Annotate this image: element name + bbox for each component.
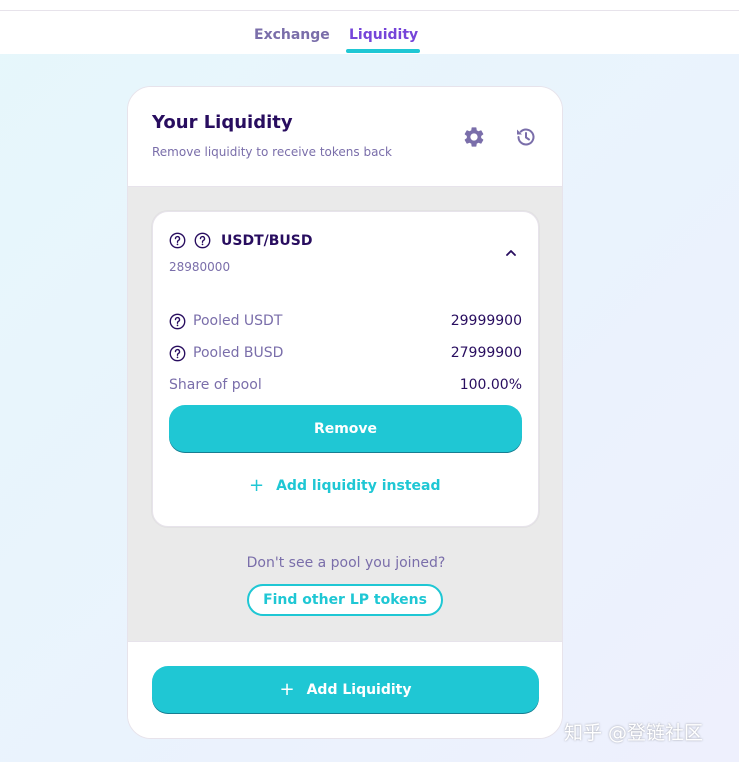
- gear-icon: [464, 127, 484, 147]
- help-circle-icon: [169, 232, 186, 249]
- history-button[interactable]: [514, 125, 538, 149]
- help-circle-icon: [169, 313, 186, 330]
- share-of-pool-value: 100.00%: [459, 377, 522, 393]
- pool-position: USDT/BUSD 28980000 Pooled USDT 29999900 …: [152, 211, 539, 527]
- tab-liquidity[interactable]: Liquidity: [349, 27, 418, 43]
- card-title: Your Liquidity: [152, 112, 293, 133]
- find-lp-tokens-button[interactable]: Find other LP tokens: [247, 584, 443, 616]
- add-liquidity-instead-label: Add liquidity instead: [276, 478, 441, 494]
- card-header: Your Liquidity Remove liquidity to recei…: [128, 87, 562, 187]
- add-liquidity-label: Add Liquidity: [306, 682, 412, 698]
- subnav-bar: Exchange Liquidity: [0, 10, 739, 54]
- plus-icon: +: [249, 475, 265, 496]
- lp-balance: 28980000: [169, 260, 231, 274]
- card-body: USDT/BUSD 28980000 Pooled USDT 29999900 …: [128, 187, 562, 641]
- add-liquidity-instead-button[interactable]: + Add liquidity instead: [249, 476, 441, 496]
- card-subtitle: Remove liquidity to receive tokens back: [152, 145, 392, 159]
- active-tab-indicator: [346, 49, 420, 53]
- tab-exchange[interactable]: Exchange: [254, 27, 330, 43]
- history-icon: [517, 128, 535, 146]
- remove-button[interactable]: Remove: [169, 405, 522, 453]
- plus-icon: +: [279, 679, 295, 700]
- pooled-busd-value: 27999900: [450, 345, 522, 361]
- liquidity-card: Your Liquidity Remove liquidity to recei…: [127, 86, 563, 739]
- pooled-busd-label: Pooled BUSD: [193, 345, 284, 361]
- missing-pool-prompt: Don't see a pool you joined?: [246, 555, 446, 571]
- watermark: 知乎 @登链社区: [564, 722, 704, 744]
- top-strip: [0, 0, 739, 10]
- chevron-up-icon[interactable]: [503, 245, 519, 261]
- card-footer: + Add Liquidity: [128, 641, 562, 738]
- help-circle-icon: [194, 232, 211, 249]
- help-circle-icon: [169, 345, 186, 362]
- settings-button[interactable]: [462, 125, 486, 149]
- add-liquidity-button[interactable]: + Add Liquidity: [152, 666, 539, 714]
- pooled-usdt-label: Pooled USDT: [193, 313, 283, 329]
- pair-name: USDT/BUSD: [221, 233, 313, 249]
- share-of-pool-label: Share of pool: [169, 377, 262, 393]
- pooled-usdt-value: 29999900: [450, 313, 522, 329]
